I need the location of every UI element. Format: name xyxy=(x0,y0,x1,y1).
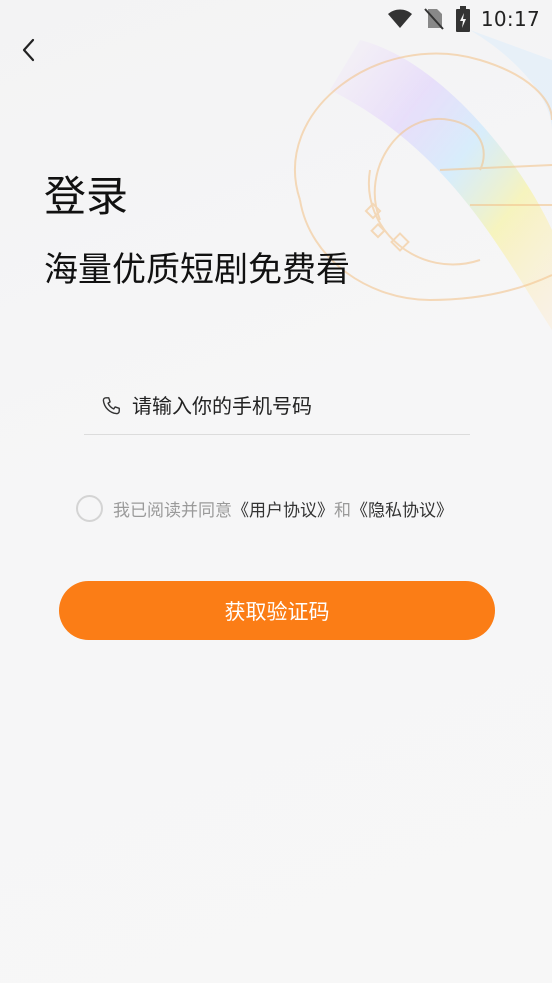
page-subtitle: 海量优质短剧免费看 xyxy=(44,250,350,290)
privacy-agreement-link[interactable]: 《隐私协议》 xyxy=(351,496,453,521)
status-icons: 10:17 xyxy=(387,6,540,32)
user-agreement-link[interactable]: 《用户协议》 xyxy=(232,496,334,521)
wifi-icon xyxy=(387,9,412,28)
page-title: 登录 xyxy=(44,172,129,221)
agreement-checkbox[interactable] xyxy=(76,494,103,522)
agreement-prefix: 我已阅读并同意 xyxy=(113,500,232,521)
get-verification-code-button[interactable]: 获取验证码 xyxy=(59,581,495,640)
status-time: 10:17 xyxy=(480,7,540,31)
phone-field-row xyxy=(84,378,470,435)
agreement-row: 我已阅读并同意 《用户协议》 和 《隐私协议》 xyxy=(76,492,453,524)
no-sim-icon xyxy=(424,8,444,30)
back-button[interactable] xyxy=(14,34,48,68)
phone-input[interactable] xyxy=(132,394,452,418)
phone-icon xyxy=(102,397,120,415)
status-bar: 10:17 xyxy=(0,0,552,38)
agreement-connector: 和 xyxy=(334,500,351,521)
battery-charging-icon xyxy=(455,6,470,32)
chevron-left-icon xyxy=(22,38,35,62)
